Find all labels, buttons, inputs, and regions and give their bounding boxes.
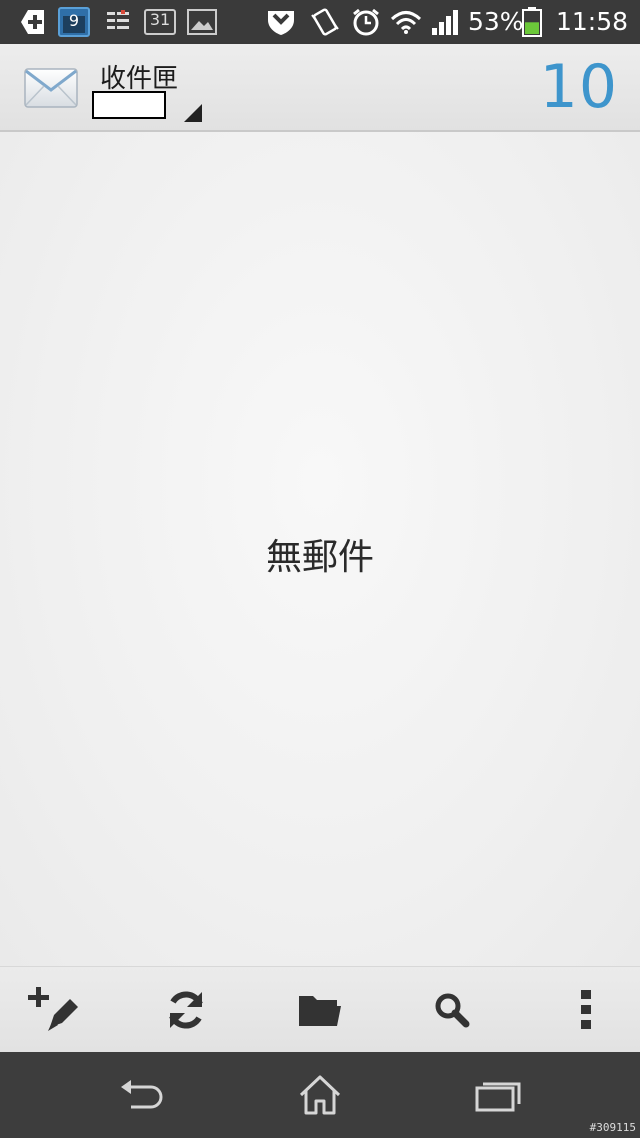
unread-count: 10 — [539, 52, 618, 122]
action-bar: 收件匣 10 — [0, 44, 640, 132]
navigation-bar: #309115 — [0, 1052, 640, 1138]
folder-icon — [299, 996, 341, 1026]
more-icon — [581, 990, 591, 1029]
vibrate-icon — [308, 7, 342, 37]
gallery-icon — [186, 7, 218, 37]
back-icon — [121, 1080, 163, 1109]
status-bar: 9 31 53% 11:58 — [0, 0, 640, 44]
signal-icon — [430, 7, 460, 37]
battery-icon — [520, 7, 544, 37]
search-icon — [435, 993, 470, 1028]
task-list-icon — [104, 7, 132, 37]
bottom-toolbar — [0, 966, 640, 1053]
home-button[interactable] — [290, 1072, 350, 1118]
message-list-empty: 無郵件 — [0, 132, 640, 966]
folder-title[interactable]: 收件匣 — [100, 58, 178, 95]
shield-icon — [264, 7, 298, 37]
dropdown-triangle-icon[interactable] — [184, 104, 202, 126]
date-icon: 31 — [144, 7, 176, 37]
compose-button[interactable] — [24, 985, 84, 1035]
calendar-icon: 9 — [58, 7, 90, 37]
watermark: #309115 — [589, 1121, 636, 1134]
compose-icon — [28, 987, 78, 1031]
home-icon — [299, 1075, 341, 1115]
recent-apps-icon — [475, 1082, 521, 1112]
battery-percent: 53% — [468, 7, 524, 36]
search-button[interactable] — [422, 985, 482, 1035]
date-badge: 31 — [149, 10, 171, 29]
empty-message: 無郵件 — [265, 537, 374, 578]
account-name-redacted[interactable] — [92, 91, 166, 119]
more-options-button[interactable] — [556, 985, 616, 1035]
refresh-button[interactable] — [156, 985, 216, 1035]
alarm-icon — [350, 7, 382, 37]
refresh-icon — [169, 991, 203, 1029]
calendar-day: 9 — [68, 11, 80, 30]
mail-app-icon[interactable] — [24, 68, 78, 112]
recent-apps-button[interactable] — [468, 1072, 528, 1118]
folders-button[interactable] — [290, 985, 350, 1035]
clock-time: 11:58 — [556, 7, 629, 36]
back-button[interactable] — [112, 1072, 172, 1118]
add-notification-icon — [18, 7, 48, 37]
wifi-icon — [390, 7, 422, 37]
